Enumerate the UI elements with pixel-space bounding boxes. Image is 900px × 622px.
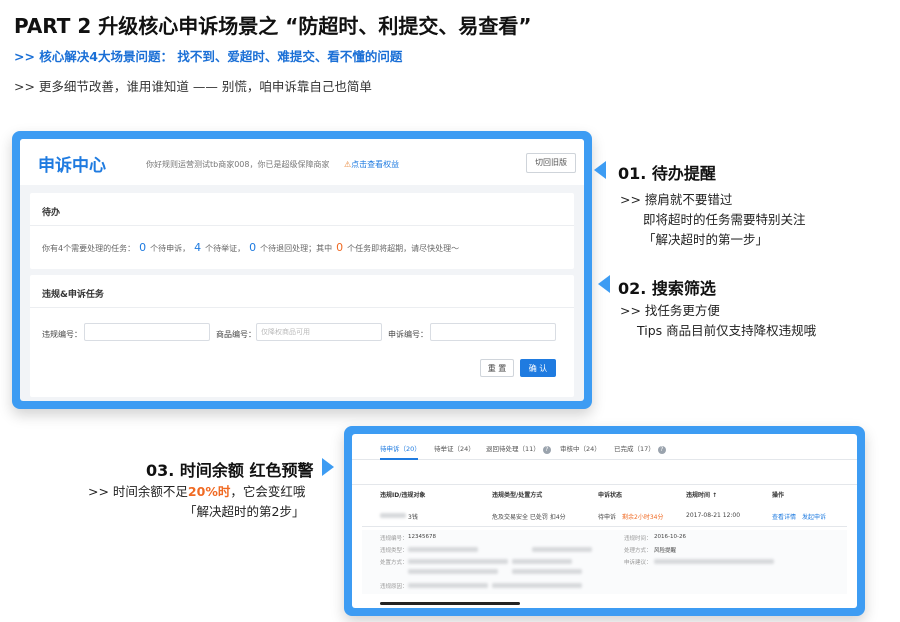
violation-object: 3钱 <box>408 514 418 521</box>
label-appeal: 个待申诉， <box>150 244 191 253</box>
todo-title: 待办 <box>42 208 61 218</box>
divider <box>30 225 574 226</box>
detail-key: 处理方式： <box>624 548 652 554</box>
reset-button[interactable]: 重 置 <box>480 359 514 377</box>
redacted-text <box>408 559 508 564</box>
appeal-id-label: 申诉编号： <box>388 330 428 339</box>
greeting-text: 你好规则运营测试tb商家008，你已是超级保障商家 <box>146 160 330 169</box>
row-detail: 违规编号： 12345678 违规类型： 处置方式： 违规原因： 违规时间： 2… <box>362 530 847 594</box>
redacted-text <box>532 547 592 552</box>
detail-key: 违规原因： <box>380 584 408 590</box>
appeal-status: 待申诉 <box>598 514 617 521</box>
view-detail-link[interactable]: 查看详情 <box>772 512 796 521</box>
row-divider <box>362 526 847 527</box>
violation-id-label: 违规编号： <box>42 330 82 339</box>
violation-id-input[interactable] <box>84 323 210 341</box>
product-id-input[interactable] <box>256 323 382 341</box>
label-returned: 个待退回处理；其中 <box>260 244 333 253</box>
rights-link-label: 点击查看权益 <box>351 160 400 169</box>
tab-reviewing[interactable]: 审核中（24） <box>560 443 601 453</box>
callout-arrow-1 <box>594 161 606 179</box>
callout-3-line: >> 时间余额不足20%时，它会变红哦 <box>88 482 305 502</box>
callout-1-title: 01. 待办提醒 <box>618 164 716 183</box>
detail-key: 违规类型： <box>380 548 408 554</box>
detail-value: 风险提醒 <box>654 548 677 554</box>
appeal-list-panel: 待申诉（20） 待举证（24） 退回待处理（11）? 审核中（24） 已完成（1… <box>344 426 865 616</box>
appeal-id-input[interactable] <box>430 323 556 341</box>
redacted-text <box>512 559 572 564</box>
app-title: 申诉中心 <box>38 156 106 176</box>
rights-link[interactable]: ⚠点击查看权益 <box>344 159 399 170</box>
redacted-text <box>492 583 582 588</box>
count-proof[interactable]: 4 <box>190 241 205 254</box>
switch-old-version-button[interactable]: 切回旧版 <box>526 153 576 173</box>
callout-2-line: Tips 商品目前仅支持降权违规哦 <box>637 323 817 338</box>
detail-value: 2016-10-26 <box>654 534 686 540</box>
callout-1-line: >> 擦肩就不要错过 <box>620 192 733 207</box>
start-appeal-link[interactable]: 发起申诉 <box>802 512 826 521</box>
confirm-button[interactable]: 确 认 <box>520 359 556 377</box>
tab-bar: 待申诉（20） 待举证（24） 退回待处理（11）? 审核中（24） 已完成（1… <box>352 434 857 460</box>
detail-key: 处置方式： <box>380 560 408 566</box>
redacted-object <box>380 513 406 518</box>
callout-arrow-2 <box>598 275 610 293</box>
callout-1-line: 「解决超时的第一步」 <box>643 232 769 247</box>
detail-key: 违规编号： <box>380 536 408 542</box>
callout-2-title: 02. 搜索筛选 <box>618 279 716 298</box>
callout-3-title: 03. 时间余额 红色预警 <box>146 461 314 480</box>
violation-type: 危及交易安全 已处罚 扣4分 <box>492 514 566 521</box>
violation-time: 2017-08-21 12:00 <box>686 512 741 519</box>
help-icon[interactable]: ? <box>542 446 551 454</box>
count-returned[interactable]: 0 <box>245 241 260 254</box>
tab-completed-label: 已完成（17） <box>614 445 655 453</box>
detail-key: 申诉建议： <box>624 560 652 566</box>
tab-pending-proof[interactable]: 待举证（24） <box>434 443 475 453</box>
tab-pending-appeal[interactable]: 待申诉（20） <box>380 443 421 453</box>
callout-arrow-3 <box>322 458 334 476</box>
help-icon[interactable]: ? <box>657 446 666 454</box>
callout-3-highlight: 20%时 <box>187 484 231 499</box>
tab-completed[interactable]: 已完成（17）? <box>614 443 666 454</box>
label-expiring: 个任务即将超期，请尽快处理～ <box>347 244 460 253</box>
label-proof: 个待举证， <box>205 244 246 253</box>
redacted-text <box>512 569 582 574</box>
search-title: 违规&申诉任务 <box>42 290 104 300</box>
callout-1-line: 即将超时的任务需要特别关注 <box>643 212 806 227</box>
todo-prefix: 你有4个需要处理的任务： <box>42 244 136 253</box>
column-header: 违规类型/处置方式 <box>492 492 543 499</box>
app-header: 申诉中心 你好规则运营测试tb商家008，你已是超级保障商家 ⚠点击查看权益 切… <box>20 139 584 185</box>
horizontal-scrollbar[interactable] <box>380 602 520 605</box>
redacted-text <box>408 569 498 574</box>
table-header-divider <box>352 484 857 485</box>
detail-value: 12345678 <box>408 534 436 540</box>
todo-summary: 你有4个需要处理的任务： 0 个待申诉， 4 个待举证， 0 个待退回处理；其中 0 个任务即将… <box>42 241 459 254</box>
callout-3-line: 「解决超时的第2步」 <box>184 504 305 519</box>
page-subtitle: >> 核心解决4大场景问题： 找不到、爱超时、难提交、看不懂的问题 <box>14 49 403 64</box>
redacted-text <box>408 547 478 552</box>
page-note: >> 更多细节改善，谁用谁知道 —— 别慌，咱申诉靠自己也简单 <box>14 79 372 94</box>
callout-3-prefix: >> 时间余额不足 <box>88 484 188 499</box>
column-header: 操作 <box>772 492 785 499</box>
time-remaining-badge: 剩余2小时34分 <box>622 514 664 521</box>
page-title: PART 2 升级核心申诉场景之 “防超时、利提交、易查看” <box>14 14 532 38</box>
count-appeal[interactable]: 0 <box>135 241 150 254</box>
detail-key: 违规时间： <box>624 536 652 542</box>
active-tab-indicator <box>380 458 418 460</box>
divider <box>30 307 574 308</box>
column-header: 申诉状态 <box>598 492 623 499</box>
redacted-text <box>408 583 488 588</box>
column-header: 违规ID/违规对象 <box>380 492 426 499</box>
tab-returned-label: 退回待处理（11） <box>486 445 540 453</box>
product-id-label: 商品编号： <box>216 330 256 339</box>
tab-returned[interactable]: 退回待处理（11）? <box>486 443 551 454</box>
count-expiring[interactable]: 0 <box>332 241 347 254</box>
callout-3-suffix: ，它会变红哦 <box>230 484 306 499</box>
search-card: 违规&申诉任务 违规编号： 商品编号： 申诉编号： 重 置 确 认 <box>30 275 574 397</box>
column-header[interactable]: 违规时间 ↑ <box>686 490 717 499</box>
appeal-center-panel: 申诉中心 你好规则运营测试tb商家008，你已是超级保障商家 ⚠点击查看权益 切… <box>12 131 592 409</box>
todo-card: 待办 你有4个需要处理的任务： 0 个待申诉， 4 个待举证， 0 个待退回处理；其中 0 个任… <box>30 193 574 269</box>
callout-2-line: >> 找任务更方便 <box>620 303 720 318</box>
redacted-text <box>654 559 774 564</box>
